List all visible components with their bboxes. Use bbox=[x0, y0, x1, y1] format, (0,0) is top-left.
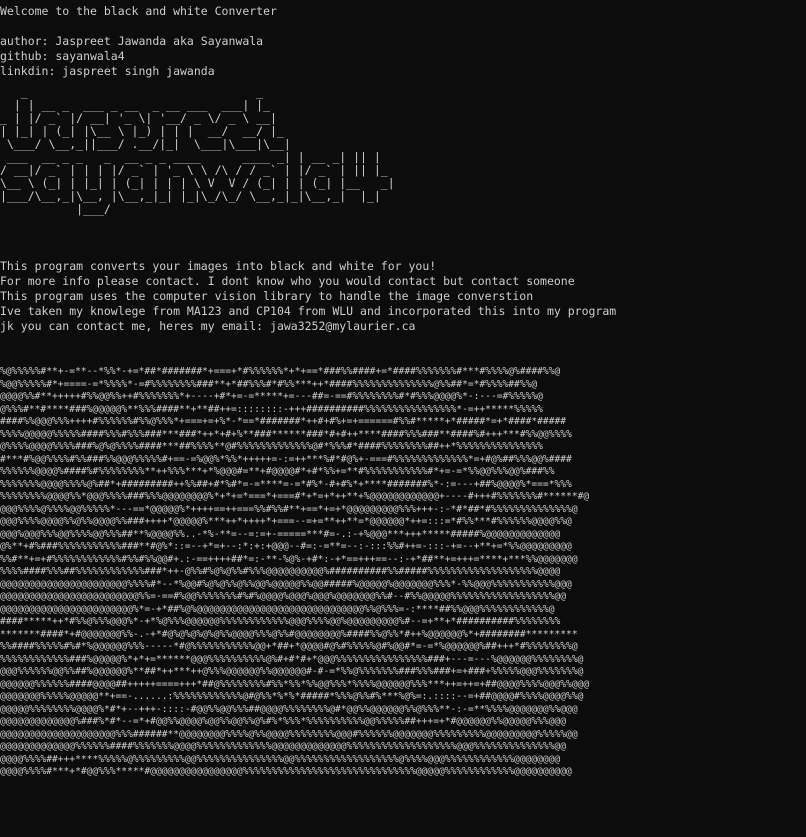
ascii-output-row: %%%%@@@@@%%%%%####%%%#%%%###***###*++*+#… bbox=[0, 428, 572, 440]
ascii-output-row: ####%%@@@%%%++++#%%%%%%#%%@%%%*+===+=+%*… bbox=[0, 416, 567, 427]
info-line-4: Ive taken my knowlege from MA123 and CP1… bbox=[0, 304, 617, 318]
ascii-output-row: @@@@@@@@@@@@@%%%%%%####%%%%%%%@@@@%%%%%%… bbox=[0, 741, 567, 752]
ascii-image-output: %@%%%%%#**+-=**--*%%*-+=*##*#######*+===… bbox=[0, 366, 806, 779]
ascii-output-row: @@@%@@@%%%@@%%%%@@%%%##**%@@@@%%..-*%-**… bbox=[0, 528, 561, 540]
info-line-2: For more info please contact. I dont kno… bbox=[0, 274, 575, 288]
ascii-output-row: @@@%%%%%%@@%%##%@@@@@@%**##*++***++@%%%@… bbox=[0, 666, 584, 677]
ascii-output-row: @@@@@%%%%%%%%@@@@%*#*+--+++-::::-#@@%%@@… bbox=[0, 703, 578, 715]
ascii-output-row: @@@@@@@@@@@@@@@@@@@@@@@@%%=-==#%@@%%%%%%… bbox=[0, 591, 567, 602]
ascii-output-row: @%%%#**#****###%@@@@@%**%%%####**+**##++… bbox=[0, 403, 543, 415]
ascii-banner: _ _ | | __ _ ___ _ __ _ __ ___ ___| |_ _ … bbox=[0, 86, 395, 216]
contact-line: jk you can contact me, heres my email: j… bbox=[0, 319, 416, 333]
ascii-output-row: @@@@@@@@@@@@@@@@@@@@@@%%%%#*--*%@@#%@%@%… bbox=[0, 578, 572, 590]
ascii-output-row: @%**+#%###%%%%%%%%%%%###**#@%*::=--+*=+-… bbox=[0, 541, 572, 552]
ascii-output-row: @%%%%@@@@%%%%###%@%@%%%%####***##%%%%**@… bbox=[0, 441, 543, 452]
ascii-output-row: %%%%%%%@@@@%%%%@%##*+#########++%%##+#*%… bbox=[0, 478, 572, 490]
ascii-output-row: @@@@@@@@@@@@@@@@@@@@%%%######**@@@@@@@@%… bbox=[0, 728, 578, 740]
welcome-line: Welcome to the black and white Converter bbox=[0, 4, 277, 18]
author-line: author: Jaspreet Jawanda aka Sayanwala bbox=[0, 34, 264, 48]
github-line: github: sayanwala4 bbox=[0, 49, 125, 63]
ascii-output-row: %%%%%%@@@@%####%#%%%%%%%%**++%%%***+*%@@… bbox=[0, 466, 555, 477]
ascii-output-row: %%#**+=+#%%%%%%%%%%%%#%%#%%@@#+.:-==++++… bbox=[0, 553, 578, 565]
terminal-window: Welcome to the black and white Converter… bbox=[0, 0, 806, 837]
ascii-output-row: @@@%%%%@%%%%@@%%%%%*---==*@@@@@%*++++==+… bbox=[0, 503, 578, 515]
ascii-output-row: @@@%%%%@@@@%%@%%@@@@%%###++++*@@@@@%***+… bbox=[0, 516, 572, 527]
ascii-output-row: ####*****++*#%%@%%%@@@%*-+*%@%%%@@@@@@%%… bbox=[0, 616, 561, 627]
ascii-output-row: @@@@%%%%#***+*#@@%%%*****#@@@@@@@@@@@@@@… bbox=[0, 766, 572, 777]
ascii-output-row: %@@%%%%%#*+====-=*%%%%*-=#%%%%%%%%###**+… bbox=[0, 378, 538, 390]
ascii-output-row: @@@@%%%%##+++****%%%%%@%%%%%%%%%@@%%%%%%… bbox=[0, 753, 561, 765]
info-line-1: This program converts your images into b… bbox=[0, 259, 437, 273]
ascii-output-row: @@@@@@@@@@@@@%###%*#*--=*+#@@%%@@@@%@@%%… bbox=[0, 716, 567, 727]
info-line-3: This program uses the computer vision li… bbox=[0, 289, 534, 303]
ascii-output-row: #***#%@@%%%%#%%###%%@@@%%%%%#+==-=%@@%*%… bbox=[0, 453, 572, 465]
ascii-output-row: %%%%####%%%##%%%%%%%%%%%%###*++-@%%#%@%@… bbox=[0, 566, 561, 577]
ascii-output-row: @@@@@@%%%%%%####@@@@##+++++====+++*##@%%… bbox=[0, 678, 590, 690]
linkedin-line: linkdin: jaspreet singh jawanda bbox=[0, 64, 215, 78]
ascii-output-row: @@@@@@@@@@@@@@@@@@@@@@@%*=-+*##%@%@@@@@@… bbox=[0, 603, 555, 615]
ascii-output-row: @@@@%%#**+++++#%%@@%%++#%%%%%%%*+----+#*… bbox=[0, 391, 543, 402]
banner-line: |___/ bbox=[0, 202, 111, 216]
ascii-output-row: @@@@@@@%%%%%@@@@@**+==-......:%%%%%%%%%%… bbox=[0, 691, 584, 702]
ascii-output-row: %%####%%%%%#%#*%@@@@@@%%%-----*#@%%%%%%%… bbox=[0, 641, 578, 652]
ascii-output-row: *******####*+#@@@@@@@%%-.-+*#@%@%@%@%@%%… bbox=[0, 628, 578, 640]
ascii-output-row: %@%%%%%#**+-=**--*%%*-+=*##*#######*+===… bbox=[0, 366, 561, 377]
ascii-output-row: %%%%%%%%%%%%###%@@@@@%*+*+=******@@@%%%%… bbox=[0, 653, 584, 665]
ascii-output-row: %%%%%%%%@@@@%%*@@@%%%%###%%%@@@@@@@@%*+*… bbox=[0, 491, 590, 502]
